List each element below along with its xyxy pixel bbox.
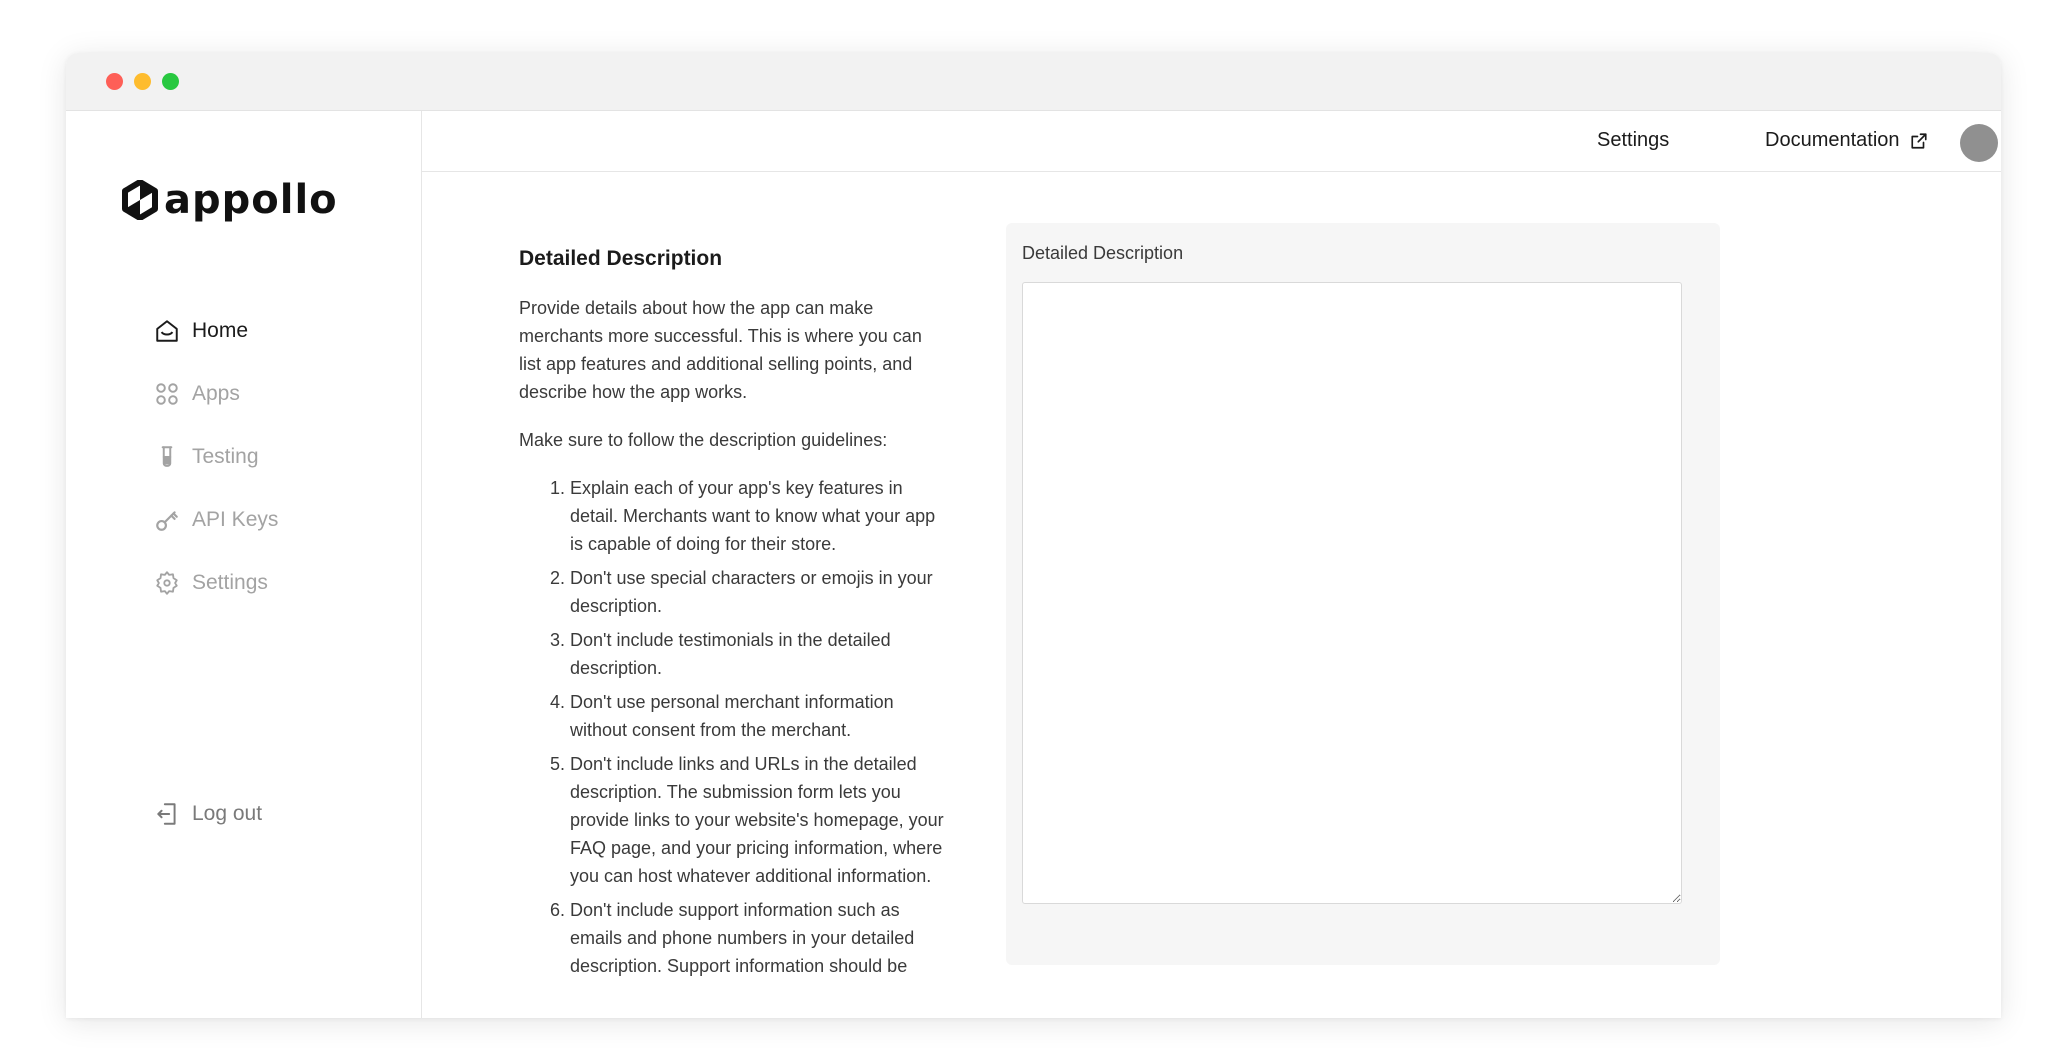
maximize-window-button[interactable] (162, 73, 179, 90)
sidebar-item-label: Apps (192, 381, 240, 405)
sidebar-item-label: Testing (192, 444, 259, 468)
window-titlebar (66, 53, 2001, 111)
sidebar-item-label: Settings (192, 570, 268, 594)
topbar-documentation-link[interactable]: Documentation (1765, 129, 1928, 152)
description-guidelines: Detailed Description Provide details abo… (519, 244, 944, 986)
top-navigation-bar: Settings Documentation (422, 111, 2001, 172)
guidelines-list: Explain each of your app's key features … (519, 474, 944, 980)
sidebar-item-home[interactable]: Home (154, 299, 278, 362)
brand-name: appollo (164, 177, 338, 223)
main-content: Detailed Description Provide details abo… (422, 172, 2001, 1018)
logout-icon (157, 803, 176, 825)
list-item: Don't include testimonials in the detail… (570, 626, 944, 682)
section-title: Detailed Description (519, 247, 723, 270)
list-item: Don't use personal merchant information … (570, 688, 944, 744)
minimize-window-button[interactable] (134, 73, 151, 90)
sidebar-item-label: Home (192, 318, 249, 342)
section-intro: Provide details about how the app can ma… (519, 298, 922, 402)
description-field-label: Detailed Description (1022, 243, 1184, 263)
brand-logo[interactable]: appollo (122, 177, 338, 223)
home-icon (156, 319, 178, 342)
appollo-logo-icon (122, 180, 158, 220)
sidebar-nav: Home Apps Testing API Keys Settings (154, 299, 278, 614)
topbar-settings-link[interactable]: Settings (1597, 129, 1669, 152)
guidelines-intro: Make sure to follow the description guid… (519, 430, 888, 450)
topbar-settings-label: Settings (1597, 129, 1670, 151)
apps-grid-icon (156, 382, 178, 405)
sidebar-item-settings[interactable]: Settings (154, 551, 278, 614)
list-item: Don't use special characters or emojis i… (570, 564, 944, 620)
logout-label: Log out (192, 802, 263, 825)
sidebar: appollo Home Apps Testing API Keys Setti… (66, 111, 422, 1018)
list-item: Don't include links and URLs in the deta… (570, 750, 944, 890)
sidebar-item-apps[interactable]: Apps (154, 362, 278, 425)
topbar-documentation-label: Documentation (1765, 129, 1900, 151)
close-window-button[interactable] (106, 73, 123, 90)
external-link-icon (1910, 132, 1927, 149)
user-avatar[interactable] (1960, 124, 1998, 162)
key-icon (156, 510, 178, 531)
browser-window: appollo Home Apps Testing API Keys Setti… (66, 53, 2001, 1018)
detailed-description-textarea[interactable] (1022, 282, 1682, 904)
sidebar-item-label: API Keys (192, 507, 279, 531)
sidebar-item-testing[interactable]: Testing (154, 425, 278, 488)
test-tube-icon (161, 445, 173, 467)
list-item: Don't include support information such a… (570, 896, 944, 980)
logout-button[interactable]: Log out (154, 801, 262, 827)
gear-icon (156, 570, 178, 595)
sidebar-item-api-keys[interactable]: API Keys (154, 488, 278, 551)
description-form-card: Detailed Description (1006, 223, 1720, 965)
list-item: Explain each of your app's key features … (570, 474, 944, 558)
